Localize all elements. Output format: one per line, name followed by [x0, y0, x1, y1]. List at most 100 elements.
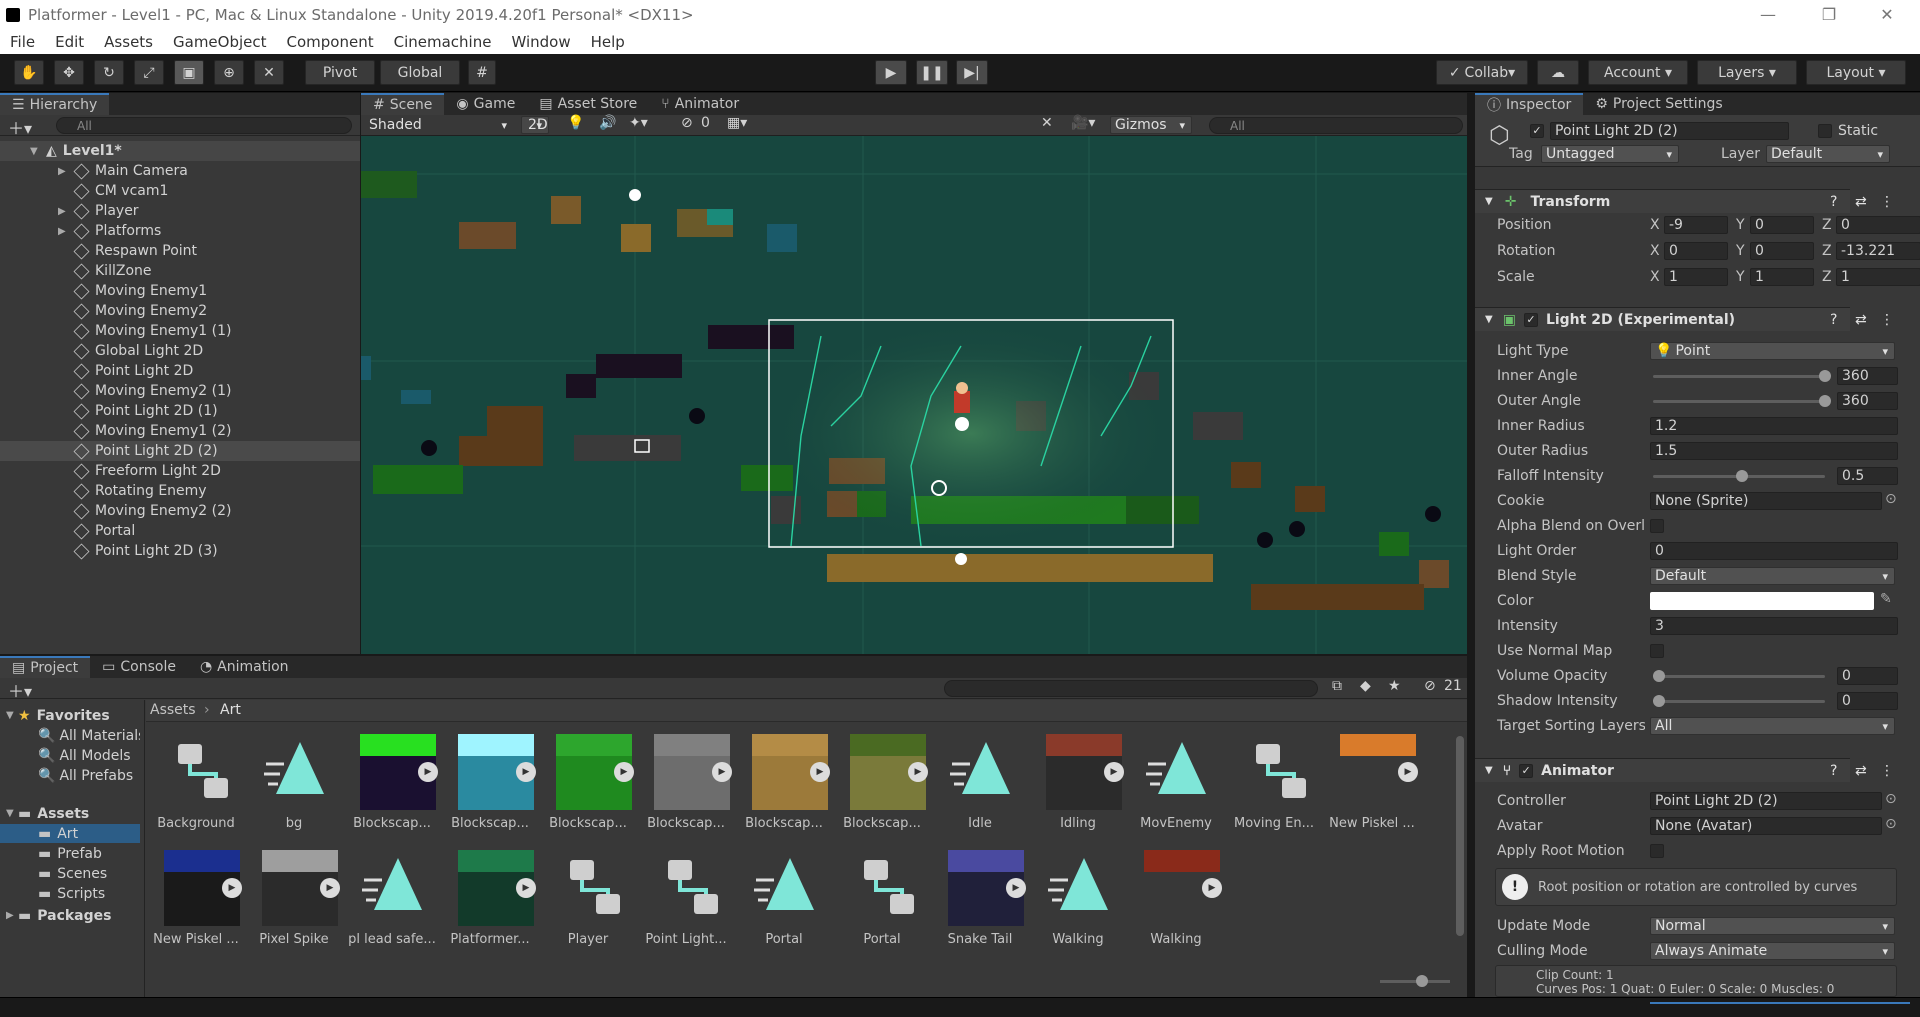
move-tool-icon[interactable]: ✥: [54, 60, 84, 85]
outer_angle-slider-knob[interactable]: [1819, 395, 1831, 407]
global-button[interactable]: Global: [380, 60, 460, 85]
asset-item[interactable]: ▶ Idling: [1028, 734, 1128, 844]
tab-console[interactable]: ▭ Console: [90, 656, 188, 678]
menu-window[interactable]: Window: [501, 33, 580, 51]
expand-arrow-icon[interactable]: ▶: [6, 910, 18, 921]
hierarchy-item[interactable]: Point Light 2D: [0, 361, 360, 381]
menu-gameobject[interactable]: GameObject: [163, 33, 277, 51]
expand-sprite-icon[interactable]: ▶: [1104, 762, 1124, 782]
expand-sprite-icon[interactable]: ▶: [614, 762, 634, 782]
favorite-item[interactable]: 🔍 All Models: [0, 746, 140, 765]
inner_radius-field[interactable]: 1.2: [1650, 417, 1898, 435]
menu-assets[interactable]: Assets: [94, 33, 163, 51]
hierarchy-item[interactable]: Moving Enemy1: [0, 281, 360, 301]
step-button-icon[interactable]: ▶|: [956, 60, 988, 85]
shadow-slider-knob[interactable]: [1653, 695, 1665, 707]
shadow-field[interactable]: 0: [1837, 692, 1898, 710]
asset-item[interactable]: Portal: [734, 850, 834, 960]
more-options-icon[interactable]: ⋮: [1880, 194, 1894, 210]
menu-file[interactable]: File: [0, 33, 45, 51]
hierarchy-item[interactable]: Global Light 2D: [0, 341, 360, 361]
tab-animation[interactable]: ◔ Animation: [188, 656, 301, 678]
volume-slider-knob[interactable]: [1653, 670, 1665, 682]
tab-project-settings[interactable]: ⚙ Project Settings: [1583, 93, 1734, 115]
preset-icon[interactable]: ⇄: [1855, 194, 1867, 210]
expand-sprite-icon[interactable]: ▶: [1006, 878, 1026, 898]
asset-item[interactable]: pl lead safe...: [342, 850, 442, 960]
asset-item[interactable]: Background: [146, 734, 246, 844]
account-dropdown[interactable]: Account ▾: [1588, 60, 1688, 85]
hierarchy-item[interactable]: ▶ Platforms: [0, 221, 360, 241]
menu-edit[interactable]: Edit: [45, 33, 94, 51]
camera-dropdown-icon[interactable]: 🎥▾: [1071, 115, 1095, 131]
transform-y-field[interactable]: 1: [1750, 268, 1814, 286]
tab-game[interactable]: ◉ Game: [444, 93, 527, 115]
animator-enabled-checkbox[interactable]: ✓: [1519, 763, 1534, 778]
inner_angle-field[interactable]: 360: [1837, 367, 1898, 385]
expand-sprite-icon[interactable]: ▶: [1202, 878, 1222, 898]
asset-item[interactable]: Portal: [832, 850, 932, 960]
hidden-packages-icon[interactable]: ⊘: [1424, 678, 1436, 694]
search-by-type-icon[interactable]: ⧉: [1332, 678, 1342, 694]
alpha_blend-checkbox[interactable]: [1650, 519, 1664, 533]
asset-item[interactable]: Moving En...: [1224, 734, 1324, 844]
hierarchy-item[interactable]: Point Light 2D (3): [0, 541, 360, 561]
outer_angle-field[interactable]: 360: [1837, 392, 1898, 410]
inner_angle-slider[interactable]: [1653, 370, 1831, 382]
object-picker-icon[interactable]: ⊙: [1885, 791, 1897, 807]
asset-item[interactable]: ▶ Blockscap...: [734, 734, 834, 844]
pivot-button[interactable]: Pivot: [305, 60, 375, 85]
breadcrumb-art[interactable]: Art: [220, 702, 241, 718]
asset-item[interactable]: ▶ Platformer...: [440, 850, 540, 960]
project-search-input[interactable]: [944, 680, 1318, 697]
cloud-icon[interactable]: ☁: [1537, 60, 1579, 85]
hierarchy-item[interactable]: Moving Enemy1 (1): [0, 321, 360, 341]
sorting-dropdown[interactable]: All: [1650, 717, 1895, 735]
thumbnail-size-slider[interactable]: [1380, 975, 1450, 987]
asset-item[interactable]: ▶ Pixel Spike: [244, 850, 344, 960]
update-dropdown[interactable]: Normal: [1650, 917, 1895, 935]
gizmos-dropdown[interactable]: Gizmos: [1110, 116, 1192, 134]
mode-2d-toggle[interactable]: 2D: [521, 116, 549, 134]
preset-icon[interactable]: ⇄: [1855, 763, 1867, 779]
tab-asset-store[interactable]: ▤ Asset Store: [527, 93, 649, 115]
rect-tool-icon[interactable]: ▣: [174, 60, 204, 85]
breadcrumb-assets[interactable]: Assets: [150, 702, 196, 718]
lighting-toggle-icon[interactable]: 💡: [567, 115, 584, 131]
falloff-slider[interactable]: [1653, 470, 1825, 482]
custom-tool-icon[interactable]: ✕: [254, 60, 284, 85]
asset-item[interactable]: Point Light...: [636, 850, 736, 960]
hierarchy-item[interactable]: Point Light 2D (2): [0, 441, 360, 461]
expand-sprite-icon[interactable]: ▶: [222, 878, 242, 898]
rotate-tool-icon[interactable]: ↻: [94, 60, 124, 85]
folder-item[interactable]: ▬ Prefab: [0, 844, 140, 863]
transform-tool-icon[interactable]: ⊕: [214, 60, 244, 85]
favorite-item[interactable]: 🔍 All Materials: [0, 726, 140, 745]
asset-item[interactable]: ▶ New Piskel ...: [146, 850, 246, 960]
expand-sprite-icon[interactable]: ▶: [712, 762, 732, 782]
transform-z-field[interactable]: -13.221: [1836, 242, 1920, 260]
outer_radius-field[interactable]: 1.5: [1650, 442, 1898, 460]
transform-z-field[interactable]: 1: [1836, 268, 1920, 286]
volume-field[interactable]: 0: [1837, 667, 1898, 685]
avatar-object-field[interactable]: None (Avatar): [1650, 817, 1882, 835]
close-icon[interactable]: ✕: [1864, 0, 1910, 29]
asset-item[interactable]: MovEnemy: [1126, 734, 1226, 844]
asset-item[interactable]: ▶ Blockscap...: [440, 734, 540, 844]
grid-toggle-icon[interactable]: ▦▾: [727, 115, 747, 131]
intensity-field[interactable]: 3: [1650, 617, 1898, 635]
expand-sprite-icon[interactable]: ▶: [320, 878, 340, 898]
asset-item[interactable]: Player: [538, 850, 638, 960]
grid-snap-icon[interactable]: #: [468, 60, 496, 85]
active-checkbox[interactable]: ✓: [1530, 124, 1544, 138]
effects-toggle-icon[interactable]: ✦▾: [629, 115, 648, 131]
favorite-item[interactable]: 🔍 All Prefabs: [0, 766, 140, 785]
scene-root-row[interactable]: ▼ ◭ Level1*: [0, 141, 360, 161]
collab-button[interactable]: ✓ Collab ▾: [1436, 60, 1528, 85]
eyedropper-icon[interactable]: ✎: [1880, 591, 1892, 607]
search-by-label-icon[interactable]: ◆: [1360, 678, 1371, 694]
restore-icon[interactable]: ❐: [1806, 0, 1852, 29]
volume-slider[interactable]: [1653, 670, 1825, 682]
hierarchy-item[interactable]: KillZone: [0, 261, 360, 281]
light2d-enabled-checkbox[interactable]: ✓: [1523, 312, 1538, 327]
